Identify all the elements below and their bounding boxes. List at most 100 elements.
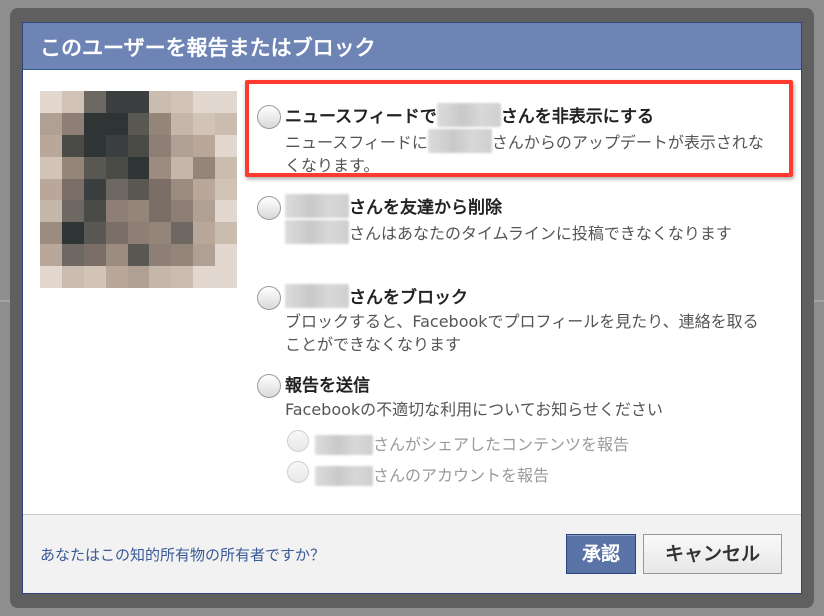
avatar-pixel <box>105 266 128 288</box>
blurred-name <box>315 466 373 486</box>
avatar-pixel <box>149 91 172 113</box>
avatar-pixel <box>61 156 84 179</box>
avatar-pixel <box>149 200 172 223</box>
avatar-pixel <box>149 178 172 201</box>
radio-report[interactable] <box>257 374 281 398</box>
radio-hide-from-feed[interactable] <box>257 105 281 129</box>
avatar-pixel <box>215 222 237 245</box>
avatar-pixel <box>149 244 172 267</box>
avatar-pixel <box>61 178 84 201</box>
avatar-pixel <box>105 178 128 201</box>
avatar-pixel <box>83 112 106 135</box>
avatar-pixel <box>83 91 106 113</box>
avatar-pixel <box>171 266 194 288</box>
avatar-pixel <box>193 266 216 288</box>
option-unfriend-desc-text: さんはあなたのタイムラインに投稿できなくなります <box>349 224 732 243</box>
dialog-footer: あなたはこの知的所有物の所有者ですか？ 承認 キャンセル <box>23 514 801 593</box>
avatar-pixel <box>127 266 150 288</box>
avatar-pixel <box>40 200 62 223</box>
blurred-name <box>427 129 492 153</box>
option-block-title: さんをブロック <box>285 283 468 308</box>
avatar-pixel <box>40 91 62 113</box>
dialog-title: このユーザーを報告またはブロック <box>23 23 801 70</box>
option-hide-desc-before: ニュースフィードに <box>285 133 428 152</box>
avatar-pixel <box>105 156 128 179</box>
option-report-desc: Facebookの不適切な利用についてお知らせください <box>285 400 663 419</box>
avatar-pixel <box>83 200 106 223</box>
avatar-pixel <box>61 91 84 113</box>
avatar-pixel <box>193 178 216 201</box>
avatar-pixel <box>171 222 194 245</box>
avatar-pixel <box>171 112 194 135</box>
avatar-pixel <box>149 112 172 135</box>
sub-option-report-content-label: さんがシェアしたコンテンツを報告 <box>315 431 629 455</box>
blurred-name <box>436 103 501 127</box>
radio-report-content[interactable] <box>287 430 309 452</box>
avatar-pixel <box>105 91 128 113</box>
avatar-pixel <box>171 134 194 157</box>
avatar-pixel <box>171 178 194 201</box>
sub-option-report-account-text: さんのアカウントを報告 <box>373 466 550 485</box>
avatar-pixel <box>40 112 62 135</box>
avatar-pixel <box>215 156 237 179</box>
avatar-pixel <box>61 112 84 135</box>
avatar-pixel <box>193 222 216 245</box>
avatar-pixel <box>193 156 216 179</box>
avatar-pixel <box>83 266 106 288</box>
avatar-pixel <box>40 178 62 201</box>
avatar-pixel <box>215 244 237 267</box>
avatar-pixel <box>171 156 194 179</box>
sub-option-report-content-text: さんがシェアしたコンテンツを報告 <box>373 435 630 454</box>
avatar-pixel <box>215 178 237 201</box>
avatar-pixel <box>83 244 106 267</box>
avatar-pixel <box>215 112 237 135</box>
avatar-pixel <box>127 91 150 113</box>
avatar-pixel <box>215 266 237 288</box>
option-hide-title-before: ニュースフィードで <box>285 107 437 127</box>
avatar-pixel <box>105 134 128 157</box>
option-unfriend-title-text: さんを友達から削除 <box>349 198 502 218</box>
avatar-pixel <box>83 222 106 245</box>
avatar-pixel <box>149 266 172 288</box>
avatar-pixel <box>193 134 216 157</box>
avatar-pixel <box>105 244 128 267</box>
avatar-pixel <box>40 156 62 179</box>
option-block-title-text: さんをブロック <box>349 288 468 308</box>
option-hide-desc: ニュースフィードに さんからのアップデートが表示されなくなります。 <box>285 129 770 177</box>
avatar-pixel <box>40 266 62 288</box>
avatar-pixel <box>40 134 62 157</box>
option-report-title: 報告を送信 <box>285 376 370 396</box>
sub-option-report-account-label: さんのアカウントを報告 <box>315 462 549 486</box>
avatar-pixel <box>83 156 106 179</box>
avatar-pixel <box>215 200 237 223</box>
report-block-dialog: このユーザーを報告またはブロック ニュースフィードで さんを非表示にする ニュース… <box>22 22 802 594</box>
ip-owner-link[interactable]: あなたはこの知的所有物の所有者ですか？ <box>40 544 325 565</box>
avatar-pixel <box>61 200 84 223</box>
avatar-pixel <box>105 222 128 245</box>
avatar-pixel <box>105 200 128 223</box>
avatar-pixel <box>61 244 84 267</box>
avatar-pixel <box>215 91 237 113</box>
avatar-pixel <box>105 112 128 135</box>
radio-report-account[interactable] <box>287 461 309 483</box>
avatar-pixel <box>40 244 62 267</box>
avatar-pixel <box>193 91 216 113</box>
avatar-pixel <box>149 156 172 179</box>
blurred-name <box>285 220 349 244</box>
radio-unfriend[interactable] <box>257 196 281 220</box>
avatar-pixel <box>61 266 84 288</box>
avatar-pixel <box>127 134 150 157</box>
avatar-pixel <box>193 200 216 223</box>
radio-block[interactable] <box>257 286 281 310</box>
avatar-pixel <box>171 244 194 267</box>
avatar-pixel <box>193 112 216 135</box>
avatar-pixel <box>127 178 150 201</box>
confirm-button[interactable]: 承認 <box>566 534 636 574</box>
cancel-button[interactable]: キャンセル <box>643 534 782 574</box>
avatar-pixel <box>127 112 150 135</box>
avatar-pixel <box>127 244 150 267</box>
blurred-name <box>285 284 349 308</box>
avatar-pixel <box>83 178 106 201</box>
avatar-pixel <box>61 134 84 157</box>
avatar-pixel <box>215 134 237 157</box>
